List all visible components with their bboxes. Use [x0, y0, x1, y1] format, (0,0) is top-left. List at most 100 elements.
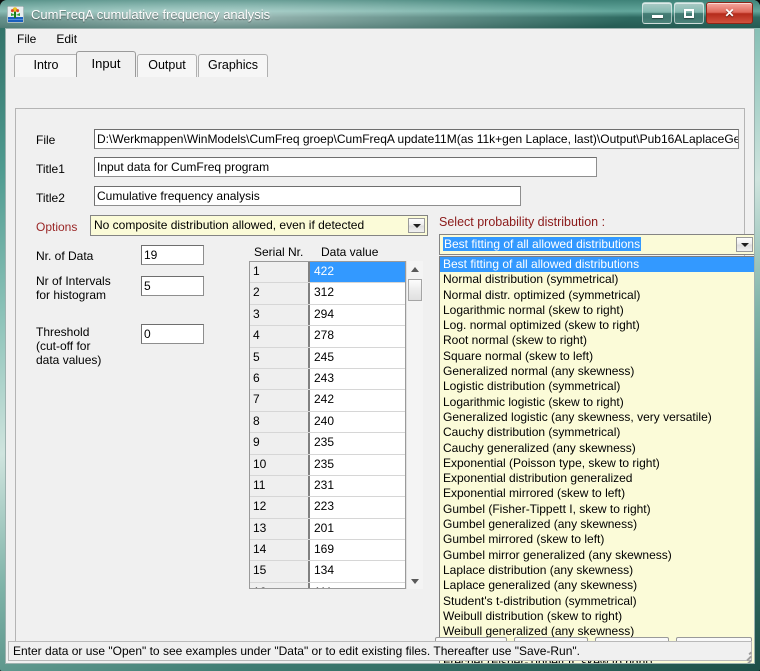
list-item[interactable]: Gumbel generalized (any skewness)	[440, 517, 754, 532]
title2-input[interactable]: Cumulative frequency analysis	[94, 186, 521, 206]
table-row[interactable]: 13 201	[250, 518, 405, 541]
maximize-button[interactable]	[674, 2, 704, 24]
list-item[interactable]: Cauchy generalized (any skewness)	[440, 441, 754, 456]
list-item[interactable]: Laplace generalized (any skewness)	[440, 578, 754, 593]
file-path-input[interactable]: D:\Werkmappen\WinModels\CumFreq groep\Cu…	[94, 129, 739, 149]
chevron-up-icon	[411, 266, 419, 272]
options-label: Options	[36, 220, 78, 234]
table-row[interactable]: 16111	[250, 582, 405, 588]
table-row[interactable]: 14 169	[250, 540, 405, 562]
data-value-cell[interactable]: 242	[310, 390, 405, 411]
serial-number-cell: 13	[250, 518, 310, 540]
list-item[interactable]: Generalized logistic (any skewness, very…	[440, 410, 754, 425]
table-row[interactable]: 8 240	[250, 411, 405, 434]
distribution-heading: Select probability distribution :	[439, 215, 606, 229]
list-item[interactable]: Square normal (skew to left)	[440, 349, 754, 364]
window-controls: ✕	[642, 2, 753, 24]
serial-number-cell: 1	[250, 262, 310, 283]
data-grid[interactable]: 1 422 2 312 3 294 4 278 5 245 6 243 7 242 8 240 9 235 10 23…	[249, 261, 406, 589]
list-item[interactable]: Best fitting of all allowed distribution…	[440, 257, 754, 273]
data-value-cell[interactable]: 231	[310, 475, 405, 497]
table-row[interactable]: 2 312	[250, 283, 405, 305]
list-item[interactable]: Normal distr. optimized (symmetrical)	[440, 288, 754, 303]
nr-intervals-input[interactable]: 5	[141, 276, 204, 296]
list-item[interactable]: Logarithmic normal (skew to right)	[440, 303, 754, 318]
nr-of-data-input[interactable]: 19	[141, 245, 204, 265]
chevron-down-icon[interactable]	[408, 218, 425, 233]
title2-label: Title2	[36, 191, 65, 205]
table-row[interactable]: 6 243	[250, 368, 405, 391]
list-item[interactable]: Log. normal optimized (skew to right)	[440, 318, 754, 333]
data-value-cell[interactable]: 278	[310, 326, 405, 347]
list-item[interactable]: Laplace distribution (any skewness)	[440, 563, 754, 578]
tab-intro[interactable]: Intro	[14, 54, 78, 77]
table-row[interactable]: 10 235	[250, 454, 405, 476]
list-item[interactable]: Student's t-distribution (symmetrical)	[440, 594, 754, 609]
list-item[interactable]: Logistic distribution (symmetrical)	[440, 379, 754, 394]
table-row[interactable]: 5 245	[250, 347, 405, 369]
table-row[interactable]: 12 223	[250, 497, 405, 519]
data-value-cell[interactable]: 245	[310, 347, 405, 368]
table-row[interactable]: 7 242	[250, 390, 405, 412]
table-row[interactable]: 4 278	[250, 326, 405, 348]
list-item[interactable]: Gumbel mirrored (skew to left)	[440, 532, 754, 547]
title1-input[interactable]: Input data for CumFreq program	[94, 157, 597, 177]
distribution-listbox[interactable]: Best fitting of all allowed distribution…	[439, 256, 754, 663]
list-item[interactable]: Gumbel mirror generalized (any skewness)	[440, 548, 754, 563]
close-button[interactable]: ✕	[706, 2, 753, 24]
title-bar[interactable]: CumFreqA cumulative frequency analysis ✕	[0, 0, 760, 28]
list-item[interactable]: Root normal (skew to right)	[440, 333, 754, 348]
client-area: File Edit Intro Input Output Graphics Fi…	[5, 28, 755, 664]
data-value-cell[interactable]: 201	[310, 518, 405, 540]
resize-grip[interactable]	[740, 649, 752, 663]
data-value-cell[interactable]: 223	[310, 497, 405, 518]
list-item[interactable]: Exponential mirrored (skew to left)	[440, 486, 754, 501]
data-value-cell[interactable]: 240	[310, 411, 405, 433]
list-item[interactable]: Weibull distribution (skew to right)	[440, 609, 754, 624]
list-item[interactable]: Exponential distribution generalized	[440, 471, 754, 486]
data-value-cell[interactable]: 235	[310, 454, 405, 475]
serial-number-cell: 16	[250, 582, 310, 588]
table-row[interactable]: 15 134	[250, 561, 405, 583]
data-value-cell[interactable]: 169	[310, 540, 405, 561]
table-row[interactable]: 9 235	[250, 433, 405, 455]
tab-input[interactable]: Input	[76, 51, 136, 77]
list-item[interactable]: Cauchy distribution (symmetrical)	[440, 425, 754, 440]
data-value-cell[interactable]: 235	[310, 433, 405, 454]
tab-graphics[interactable]: Graphics	[198, 54, 268, 77]
threshold-input[interactable]: 0	[141, 324, 204, 344]
menu-bar: File Edit	[6, 29, 754, 49]
plant-app-icon	[6, 5, 25, 23]
options-combobox-value: No composite distribution allowed, even …	[94, 218, 365, 232]
data-value-cell[interactable]: 312	[310, 283, 405, 304]
data-grid-scrollbar[interactable]	[406, 261, 423, 589]
threshold-label: Threshold (cut-off for data values)	[36, 325, 102, 367]
table-row[interactable]: 11 231	[250, 475, 405, 498]
scroll-down-button[interactable]	[407, 573, 423, 589]
list-item[interactable]: Logarithmic logistic (skew to right)	[440, 395, 754, 410]
distribution-combobox[interactable]: Best fitting of all allowed distribution…	[439, 234, 754, 255]
grid-header-serial: Serial Nr.	[254, 245, 304, 259]
data-value-cell[interactable]: 294	[310, 304, 405, 326]
list-item[interactable]: Exponential (Poisson type, skew to right…	[440, 456, 754, 471]
table-row[interactable]: 1 422	[250, 262, 405, 284]
data-value-cell[interactable]: 422	[310, 262, 405, 283]
nr-of-data-label: Nr. of Data	[36, 249, 94, 263]
scroll-up-button[interactable]	[407, 261, 423, 277]
tab-output[interactable]: Output	[137, 54, 197, 77]
table-row[interactable]: 3 294	[250, 304, 405, 327]
chevron-down-icon[interactable]	[736, 237, 753, 252]
menu-item-edit[interactable]: Edit	[53, 31, 80, 47]
list-item[interactable]: Generalized normal (any skewness)	[440, 364, 754, 379]
minimize-button[interactable]	[642, 2, 672, 24]
input-tab-panel: File D:\Werkmappen\WinModels\CumFreq gro…	[15, 108, 754, 663]
menu-item-file[interactable]: File	[14, 31, 39, 47]
data-value-cell[interactable]: 134	[310, 561, 405, 582]
options-combobox[interactable]: No composite distribution allowed, even …	[90, 215, 428, 236]
data-value-cell[interactable]: 111	[310, 582, 405, 588]
list-item[interactable]: Normal distribution (symmetrical)	[440, 272, 754, 287]
data-value-cell[interactable]: 243	[310, 368, 405, 390]
serial-number-cell: 11	[250, 475, 310, 497]
list-item[interactable]: Gumbel (Fisher-Tippett I, skew to right)	[440, 502, 754, 517]
scrollbar-thumb[interactable]	[408, 279, 422, 301]
